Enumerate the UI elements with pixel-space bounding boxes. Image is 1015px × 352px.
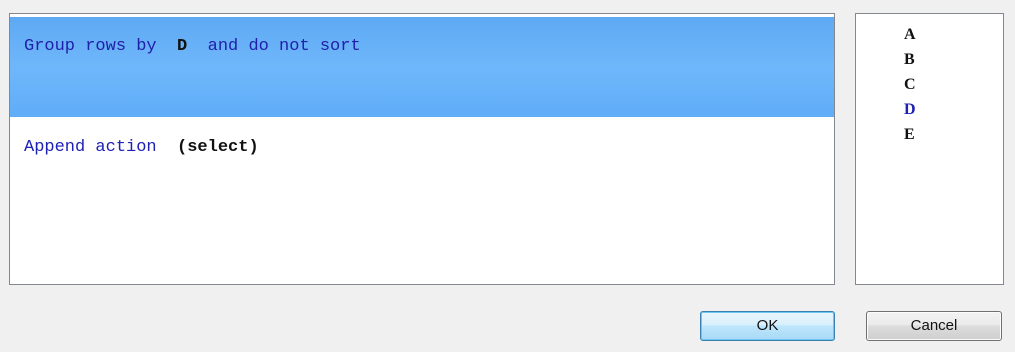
column-item-active[interactable]: D bbox=[904, 101, 916, 119]
action-keyword: and do not sort bbox=[207, 37, 361, 56]
action-keyword: Append action bbox=[24, 138, 157, 157]
column-item[interactable]: E bbox=[904, 126, 915, 144]
action-list[interactable]: Group rows by D and do not sort Append a… bbox=[9, 13, 835, 285]
action-row-append-action[interactable]: Append action (select) bbox=[10, 134, 834, 164]
ok-button[interactable]: OK bbox=[700, 311, 835, 341]
top-clipped-text-strip bbox=[0, 0, 1015, 8]
action-keyword: Group rows by bbox=[24, 37, 157, 56]
action-row-group-rows[interactable]: Group rows by D and do not sort bbox=[10, 17, 834, 117]
action-row-text: Group rows by D and do not sort bbox=[24, 37, 361, 56]
column-item[interactable]: A bbox=[904, 26, 916, 44]
column-item[interactable]: B bbox=[904, 51, 915, 69]
column-list[interactable]: A B C D E bbox=[855, 13, 1004, 285]
group-column-value[interactable]: D bbox=[177, 37, 187, 56]
column-item[interactable]: C bbox=[904, 76, 916, 94]
action-row-text: Append action (select) bbox=[24, 138, 259, 157]
append-action-select[interactable]: (select) bbox=[177, 138, 259, 157]
cancel-button[interactable]: Cancel bbox=[866, 311, 1002, 341]
